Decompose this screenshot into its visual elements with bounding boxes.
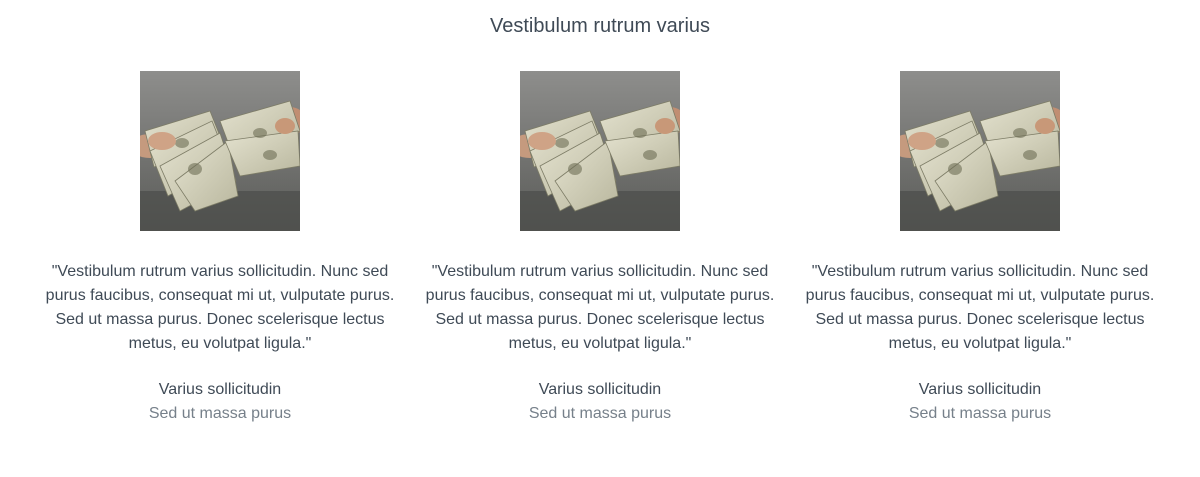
testimonial-author-role: Sed ut massa purus xyxy=(148,405,292,422)
testimonial-card: "Vestibulum rutrum varius sollicitudin. … xyxy=(800,71,1160,426)
testimonial-card: "Vestibulum rutrum varius sollicitudin. … xyxy=(420,71,780,426)
testimonial-author-name: Varius sollicitudin xyxy=(158,381,282,398)
testimonial-quote: "Vestibulum rutrum varius sollicitudin. … xyxy=(45,263,395,352)
section-title: Vestibulum rutrum varius xyxy=(489,15,711,37)
testimonial-author-name: Varius sollicitudin xyxy=(918,381,1042,398)
testimonial-list: "Vestibulum rutrum varius sollicitudin. … xyxy=(40,71,1160,426)
money-in-hands-photo xyxy=(900,71,1060,231)
money-in-hands-photo xyxy=(140,71,300,231)
testimonial-card: "Vestibulum rutrum varius sollicitudin. … xyxy=(40,71,400,426)
testimonial-quote: "Vestibulum rutrum varius sollicitudin. … xyxy=(425,263,775,352)
money-in-hands-photo xyxy=(520,71,680,231)
testimonial-author-role: Sed ut massa purus xyxy=(528,405,672,422)
testimonial-quote: "Vestibulum rutrum varius sollicitudin. … xyxy=(805,263,1155,352)
testimonial-author-role: Sed ut massa purus xyxy=(908,405,1052,422)
testimonial-author-name: Varius sollicitudin xyxy=(538,381,662,398)
